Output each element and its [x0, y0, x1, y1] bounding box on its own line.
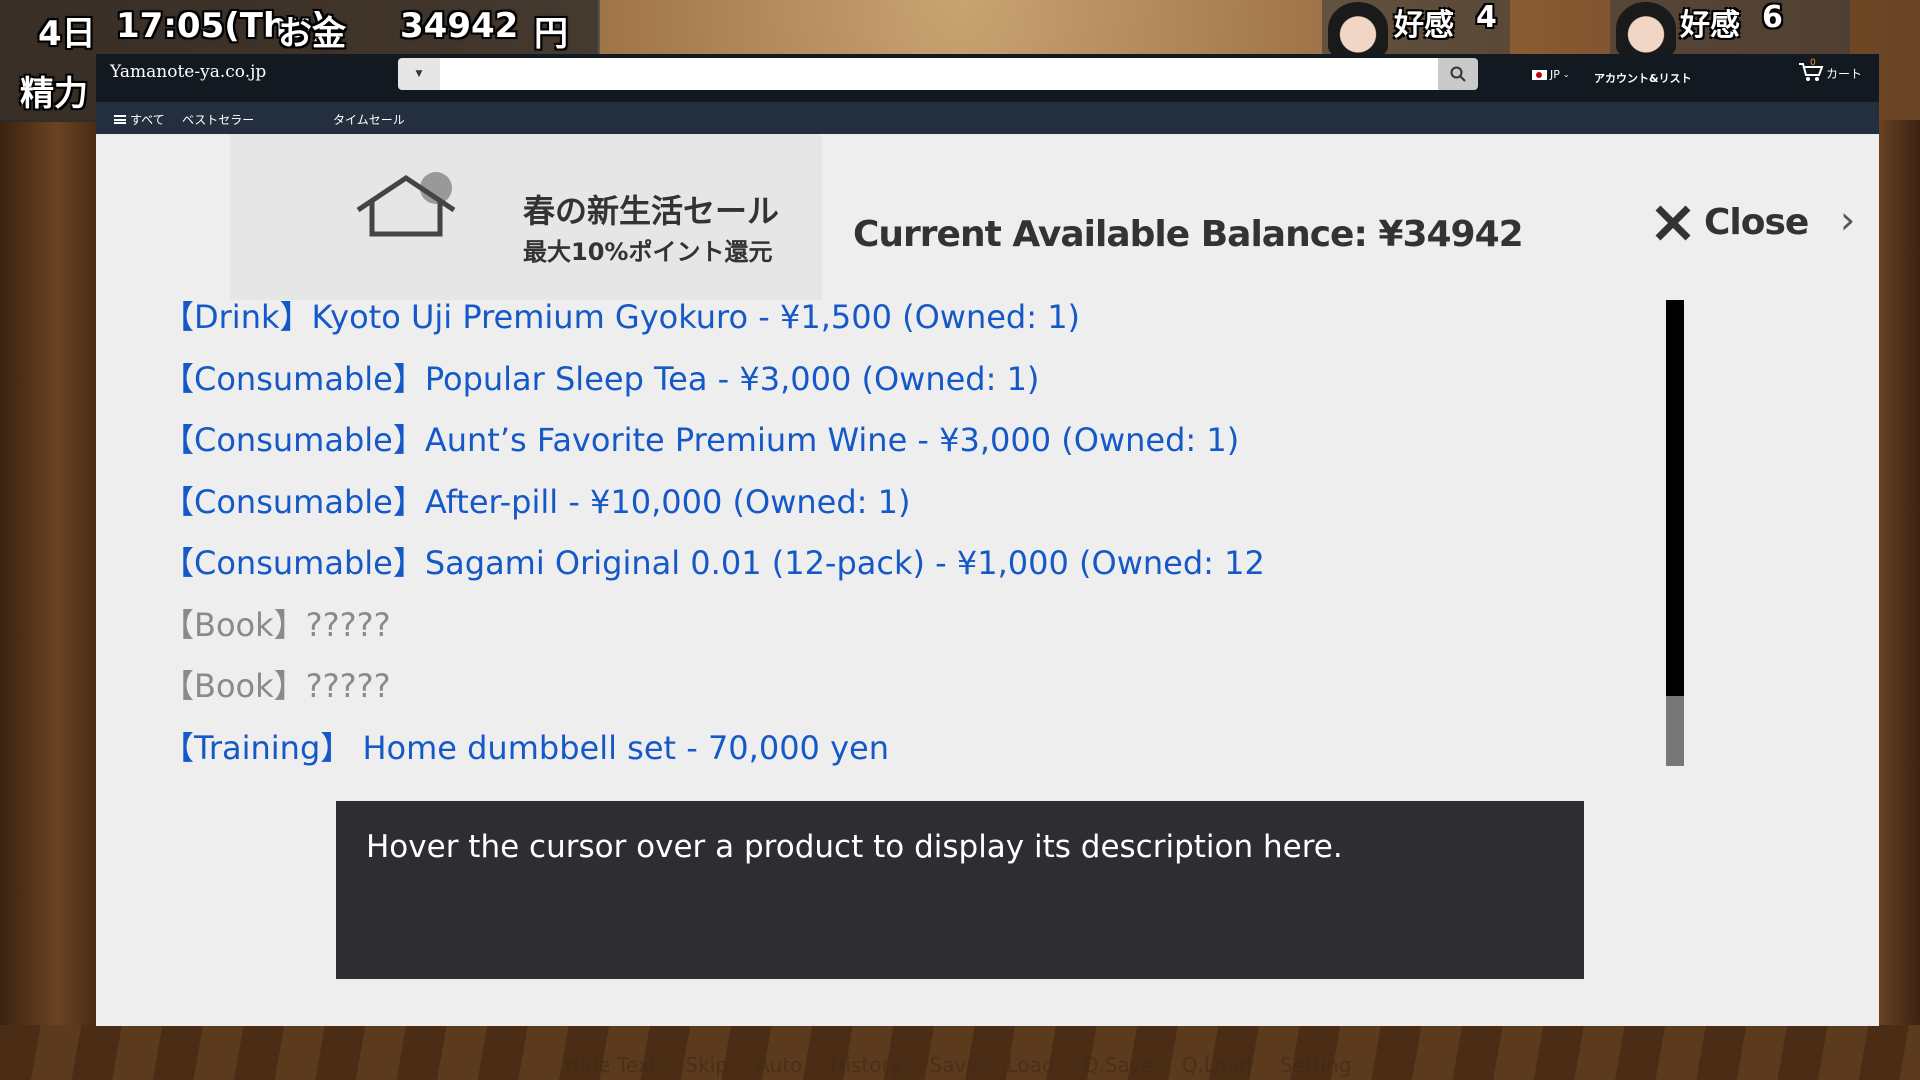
banner-subtitle: 最大10%ポイント還元 [523, 238, 773, 266]
chevron-down-icon: ⌄ [1562, 70, 1570, 79]
banner-title: 春の新生活セール [523, 192, 780, 230]
house-sun-icon [356, 172, 456, 237]
character-portrait [1616, 2, 1676, 56]
hud-currency: 円 [534, 14, 568, 54]
cart-button[interactable]: 0 カート [1798, 58, 1863, 82]
japan-flag-icon [1532, 69, 1547, 80]
close-icon [1655, 205, 1691, 240]
current-balance: Current Available Balance: ¥34942 [853, 214, 1524, 255]
background-window [1878, 120, 1920, 1080]
product-item-locked: 【Book】????? [162, 605, 391, 644]
character-status-1: 好感 4 [1322, 0, 1510, 56]
menu-load[interactable]: Load [1007, 1053, 1055, 1077]
sale-banner[interactable]: 春の新生活セール 最大10%ポイント還元 [230, 134, 822, 300]
shop-topbar: Yamanote-ya.co.jp ▼ JP ⌄ アカウント&リスト 0 カート [96, 54, 1879, 102]
character-portrait [1328, 2, 1388, 56]
menu-save[interactable]: Save [930, 1053, 979, 1077]
search-input[interactable] [440, 58, 1438, 90]
product-item[interactable]: 【Training】 Home dumbbell set - 70,000 ye… [162, 725, 1262, 787]
menu-quick-save[interactable]: Q.Save [1083, 1053, 1154, 1077]
affection-label: 好感 [1680, 8, 1740, 43]
nav-all-label: すべて [130, 113, 165, 127]
account-menu[interactable]: アカウント&リスト [1594, 70, 1692, 86]
language-selector[interactable]: JP ⌄ [1532, 68, 1570, 81]
scrollbar-thumb[interactable] [1666, 696, 1684, 766]
hamburger-icon [114, 115, 126, 124]
nav-all-button[interactable]: すべて [114, 111, 165, 128]
cart-count: 0 [1810, 58, 1816, 68]
character-status-2: 好感 6 [1610, 0, 1850, 56]
product-item[interactable]: 【Consumable】Aunt’s Favorite Premium Wine… [162, 417, 1262, 479]
nav-bestseller[interactable]: ベストセラー [182, 111, 254, 128]
close-label: Close [1704, 202, 1809, 243]
language-label: JP [1550, 68, 1560, 81]
product-item[interactable]: 【Consumable】After-pill - ¥10,000 (Owned:… [162, 479, 1262, 541]
shop-window: Yamanote-ya.co.jp ▼ JP ⌄ アカウント&リスト 0 カート [96, 54, 1879, 1026]
menu-skip[interactable]: Skip [685, 1053, 728, 1077]
menu-history[interactable]: History [830, 1053, 901, 1077]
cart-label: カート [1826, 67, 1863, 81]
shop-logo[interactable]: Yamanote-ya.co.jp [110, 62, 266, 82]
product-list-scrollbar[interactable] [1666, 300, 1684, 766]
menu-setting[interactable]: Setting [1280, 1053, 1352, 1077]
search-button[interactable] [1438, 58, 1478, 90]
nav-timesale[interactable]: タイムセール [333, 111, 405, 128]
hud-stamina-label: 精力 [20, 74, 88, 114]
carousel-next-arrow[interactable]: › [1840, 198, 1855, 242]
search-category-dropdown[interactable]: ▼ [398, 58, 440, 90]
product-item-locked: 【Book】????? [162, 667, 391, 705]
chevron-down-icon: ▼ [415, 69, 423, 79]
hud-day: 4日 [38, 14, 96, 54]
menu-auto[interactable]: Auto [756, 1053, 802, 1077]
affection-value: 6 [1762, 0, 1783, 35]
affection-label: 好感 [1394, 8, 1454, 43]
hud-money-label: お金 [278, 14, 346, 54]
product-item[interactable]: 【Consumable】Popular Sleep Tea - ¥3,000 (… [162, 356, 1262, 418]
close-button[interactable]: Close [1654, 202, 1809, 243]
affection-value: 4 [1476, 0, 1497, 35]
product-description-text: Hover the cursor over a product to displ… [366, 829, 1343, 865]
shop-subnav: すべて ベストセラー タイムセール [96, 102, 1879, 134]
background-wall [0, 120, 96, 1080]
product-list: 【Drink】Kyoto Uji Premium Gyokuro - ¥1,50… [162, 294, 1262, 817]
hud-money: 34942 [400, 6, 519, 46]
product-description-box: Hover the cursor over a product to displ… [336, 801, 1584, 979]
product-item[interactable]: 【Consumable】Sagami Original 0.01 (12-pac… [162, 540, 1262, 602]
game-quick-menu: Hide Text Skip Auto History Save Load Q.… [565, 1053, 1352, 1077]
search-icon [1450, 66, 1466, 82]
product-item[interactable]: 【Drink】Kyoto Uji Premium Gyokuro - ¥1,50… [162, 294, 1262, 356]
menu-hide-text[interactable]: Hide Text [565, 1053, 657, 1077]
menu-quick-load[interactable]: Q.Load [1182, 1053, 1252, 1077]
